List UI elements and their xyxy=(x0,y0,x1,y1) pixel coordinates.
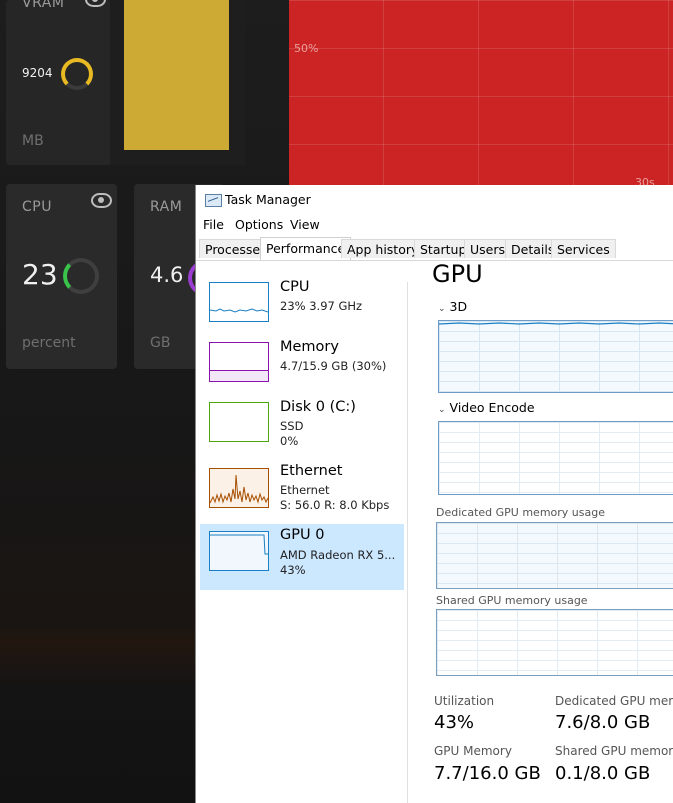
resource-name: CPU xyxy=(280,279,310,295)
resource-detail: 0% xyxy=(280,434,299,448)
cpu-gauge-ring xyxy=(63,258,99,294)
ethernet-sparkline xyxy=(210,474,268,504)
graph-shared-memory xyxy=(436,609,673,676)
menu-view[interactable]: View xyxy=(290,217,320,232)
engine-selector-3d[interactable]: ⌄ 3D xyxy=(438,299,467,314)
chevron-down-icon: ⌄ xyxy=(438,405,446,415)
engine-label: Video Encode xyxy=(449,400,535,415)
resource-gpu[interactable]: GPU 0 AMD Radeon RX 5... 43% xyxy=(200,524,404,590)
resource-ethernet[interactable]: Ethernet Ethernet S: 56.0 R: 8.0 Kbps xyxy=(200,461,404,527)
graph-dedicated-memory xyxy=(436,522,673,589)
ram-value: 4.6 xyxy=(150,263,184,287)
resource-name: Disk 0 (C:) xyxy=(280,399,356,415)
graph-video-encode xyxy=(438,421,673,495)
stat-utilization-value: 43% xyxy=(434,712,475,733)
tab-performance[interactable]: Performance xyxy=(260,237,352,260)
vram-gauge-ring xyxy=(61,58,93,90)
eye-icon[interactable] xyxy=(91,193,112,208)
shared-memory-label: Shared GPU memory usage xyxy=(436,594,588,607)
stat-utilization-label: Utilization xyxy=(434,694,495,708)
gpu-sparkline xyxy=(210,534,268,555)
tab-strip: Processes Performance App history Startu… xyxy=(196,237,673,261)
cpu-unit: percent xyxy=(22,335,76,351)
chart-mid-label: 50% xyxy=(294,42,319,55)
resource-name: Memory xyxy=(280,339,339,355)
pane-divider[interactable] xyxy=(407,282,408,803)
vram-value: 9204 xyxy=(22,66,53,80)
resource-detail: S: 56.0 R: 8.0 Kbps xyxy=(280,498,390,512)
resource-detail: 23% 3.97 GHz xyxy=(280,299,363,313)
gpu-thumbnail xyxy=(209,531,269,571)
menu-file[interactable]: File xyxy=(203,217,224,232)
engine-label: 3D xyxy=(449,299,468,314)
stat-gpu-memory-value: 7.7/16.0 GB xyxy=(434,763,541,784)
graph-3d-line xyxy=(439,322,673,325)
cpu-sparkline xyxy=(210,308,268,313)
cpu-thumbnail xyxy=(209,282,269,322)
tab-app-history[interactable]: App history xyxy=(341,239,425,258)
resource-name: GPU 0 xyxy=(280,527,325,543)
resource-detail: SSD xyxy=(280,419,304,433)
vram-label: VRAM xyxy=(22,0,65,11)
engine-selector-video-encode[interactable]: ⌄ Video Encode xyxy=(438,400,535,415)
ram-label: RAM xyxy=(150,199,183,215)
memory-thumbnail xyxy=(209,342,269,382)
cpu-value: 23 xyxy=(22,258,58,291)
cpu-label: CPU xyxy=(22,199,52,215)
menu-options[interactable]: Options xyxy=(235,217,283,232)
disk-thumbnail xyxy=(209,402,269,442)
tab-users[interactable]: Users xyxy=(464,239,512,258)
resource-disk[interactable]: Disk 0 (C:) SSD 0% xyxy=(200,395,404,461)
vram-unit: MB xyxy=(22,133,44,149)
resource-detail: AMD Radeon RX 5... xyxy=(280,548,396,562)
resource-cpu[interactable]: CPU 23% 3.97 GHz xyxy=(200,275,404,341)
resource-memory[interactable]: Memory 4.7/15.9 GB (30%) xyxy=(200,335,404,401)
vram-bar xyxy=(124,0,229,150)
stat-shared-label: Shared GPU memory xyxy=(555,744,673,758)
window-title: Task Manager xyxy=(225,192,311,207)
stat-dedicated-value: 7.6/8.0 GB xyxy=(555,712,651,733)
title-bar[interactable]: Task Manager xyxy=(196,185,673,213)
stat-gpu-memory-label: GPU Memory xyxy=(434,744,512,758)
task-manager-icon xyxy=(205,194,222,207)
usage-chart xyxy=(289,0,673,187)
resource-detail: 43% xyxy=(280,563,306,577)
ram-unit: GB xyxy=(150,335,171,351)
dedicated-memory-label: Dedicated GPU memory usage xyxy=(436,506,605,519)
resource-name: Ethernet xyxy=(280,463,343,479)
tab-services[interactable]: Services xyxy=(551,239,616,258)
ethernet-thumbnail xyxy=(209,468,269,508)
task-manager-window: Task Manager File Options View Processes… xyxy=(195,185,673,803)
stat-dedicated-label: Dedicated GPU memor xyxy=(555,694,673,708)
detail-title: GPU xyxy=(432,260,483,288)
chevron-down-icon: ⌄ xyxy=(438,304,446,314)
resource-detail: 4.7/15.9 GB (30%) xyxy=(280,359,387,373)
menu-bar: File Options View xyxy=(196,215,673,235)
resource-detail: Ethernet xyxy=(280,483,330,497)
stat-shared-value: 0.1/8.0 GB xyxy=(555,763,651,784)
graph-3d xyxy=(438,320,673,393)
